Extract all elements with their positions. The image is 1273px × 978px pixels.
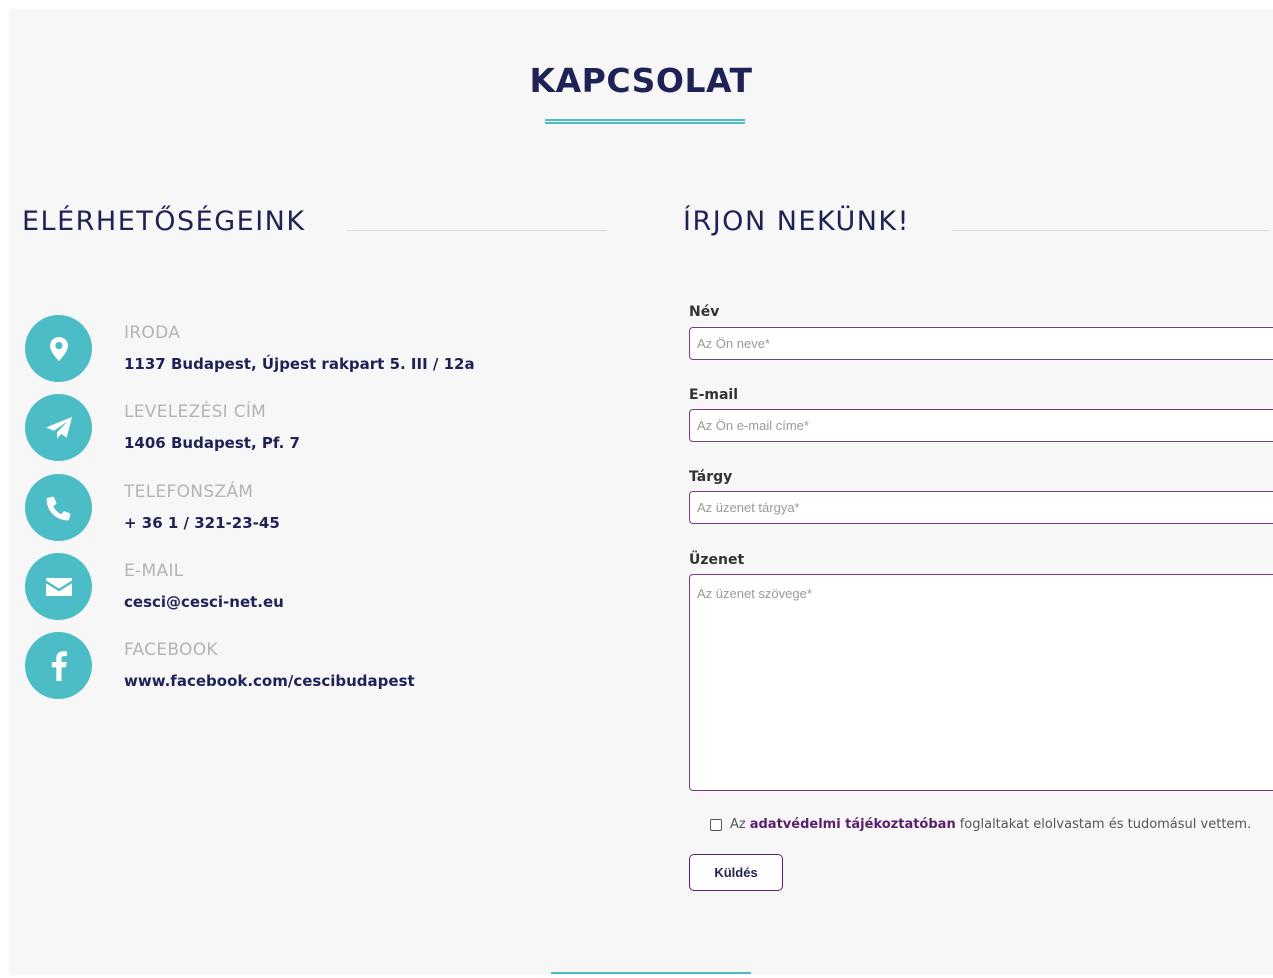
contact-label: E-MAIL (124, 561, 184, 581)
subject-field-label: Tárgy (689, 469, 733, 485)
consent-prefix: Az (730, 817, 746, 832)
contacts-heading: ELÉRHETŐSÉGEINK (22, 206, 306, 237)
contact-item-facebook: FACEBOOK www.facebook.com/cescibudapest (25, 632, 625, 700)
footer-divider (551, 972, 751, 975)
contact-item-phone: TELEFONSZÁM + 36 1 / 321-23-45 (25, 474, 625, 542)
contact-value: 1137 Budapest, Újpest rakpart 5. III / 1… (124, 355, 475, 373)
email-field[interactable] (689, 409, 1273, 442)
subject-field[interactable] (689, 491, 1273, 524)
consent-checkbox[interactable] (710, 818, 722, 831)
contact-label: IRODA (124, 323, 181, 343)
contact-label: FACEBOOK (124, 640, 218, 660)
paper-plane-icon (25, 394, 92, 461)
contact-item-office: IRODA 1137 Budapest, Újpest rakpart 5. I… (25, 315, 625, 383)
form-heading: ÍRJON NEKÜNK! (683, 206, 910, 237)
page-title: KAPCSOLAT (529, 61, 753, 100)
contact-section: KAPCSOLAT ELÉRHETŐSÉGEINK ÍRJON NEKÜNK! … (9, 9, 1273, 975)
name-field[interactable] (689, 327, 1273, 360)
envelope-icon (25, 553, 92, 620)
email-field-label: E-mail (689, 387, 739, 403)
map-pin-icon (25, 315, 92, 382)
contact-value: + 36 1 / 321-23-45 (124, 514, 280, 532)
title-underline (545, 119, 745, 124)
consent-suffix: foglaltakat elolvastam és tudomásul vett… (959, 817, 1252, 832)
contact-email-link[interactable]: cesci@cesci-net.eu (124, 593, 284, 611)
contact-item-mailing-address: LEVELEZÉSI CÍM 1406 Budapest, Pf. 7 (25, 394, 625, 462)
contacts-heading-line (347, 230, 607, 231)
message-field[interactable] (689, 574, 1273, 791)
privacy-policy-link[interactable]: adatvédelmi tájékoztatóban (750, 817, 956, 832)
name-field-label: Név (689, 304, 720, 320)
facebook-link[interactable]: www.facebook.com/cescibudapest (124, 672, 415, 690)
consent-row: Az adatvédelmi tájékoztatóban foglaltaka… (710, 817, 1251, 832)
send-button[interactable]: Küldés (689, 854, 783, 891)
contact-label: LEVELEZÉSI CÍM (124, 402, 267, 422)
message-field-label: Üzenet (689, 552, 745, 568)
form-heading-line (952, 230, 1270, 231)
contact-item-email: E-MAIL cesci@cesci-net.eu (25, 553, 625, 621)
phone-icon (25, 474, 92, 541)
contact-label: TELEFONSZÁM (124, 482, 254, 502)
contact-value: 1406 Budapest, Pf. 7 (124, 434, 300, 452)
facebook-icon[interactable] (25, 632, 92, 699)
